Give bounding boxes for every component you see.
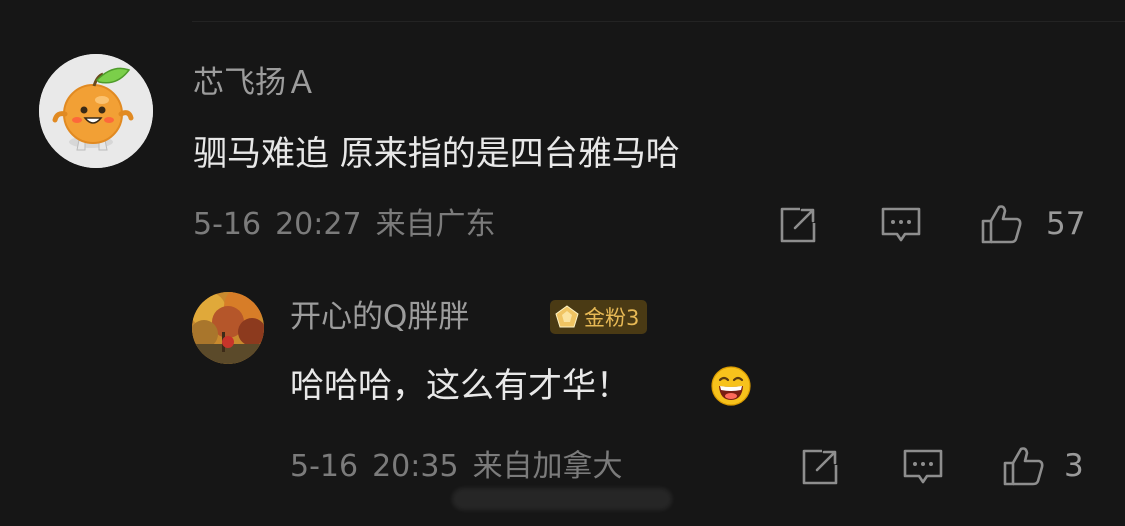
- like-count: 57: [1046, 205, 1086, 242]
- reply-like-button[interactable]: 3: [1002, 444, 1084, 488]
- fan-badge[interactable]: 金粉3: [550, 300, 648, 334]
- comment-icon: [881, 207, 921, 242]
- comment-meta: 5-16 20:27 来自广东: [193, 210, 510, 240]
- pentagon-badge-icon: [555, 305, 579, 328]
- share-icon: [802, 449, 838, 485]
- avatar[interactable]: [39, 54, 153, 168]
- reply-date: 5-16: [290, 449, 359, 484]
- share-button[interactable]: [778, 205, 818, 245]
- like-button[interactable]: 57: [980, 202, 1085, 246]
- badge-label: 金粉3: [584, 306, 640, 330]
- laughing-emoji-icon: [711, 366, 751, 406]
- reply-avatar[interactable]: [192, 292, 264, 364]
- share-icon: [780, 207, 816, 243]
- comment-icon: [903, 449, 943, 484]
- comment-location: 来自广东: [375, 207, 496, 242]
- reply-share-button[interactable]: [800, 447, 840, 487]
- reply-text: 哈哈哈，这么有才华！: [290, 366, 630, 406]
- thumbs-up-icon: [981, 205, 1022, 244]
- reply-like-count: 3: [1064, 447, 1084, 484]
- comment-reply-button[interactable]: [880, 205, 922, 245]
- thumbs-up-icon: [1003, 447, 1044, 486]
- reply-time: 20:35: [372, 449, 459, 484]
- watermark: [452, 488, 672, 510]
- reply-username[interactable]: 开心的Q胖胖: [290, 302, 469, 333]
- orange-mascot-icon: [39, 54, 153, 168]
- comment-date: 5-16: [193, 207, 262, 242]
- reply-location: 来自加拿大: [472, 449, 623, 484]
- reply-meta: 5-16 20:35 来自加拿大: [290, 452, 637, 482]
- comment-thread: 芯飞扬Ａ 驷马难追 原来指的是四台雅马哈 5-16 20:27 来自广东 57: [0, 0, 1125, 526]
- comment-username[interactable]: 芯飞扬Ａ: [193, 68, 317, 99]
- comment-time: 20:27: [275, 207, 362, 242]
- divider: [192, 21, 1125, 22]
- comment-text: 驷马难追 原来指的是四台雅马哈: [193, 134, 680, 174]
- reply-comment-button[interactable]: [902, 447, 944, 487]
- autumn-trees-avatar: [192, 292, 264, 364]
